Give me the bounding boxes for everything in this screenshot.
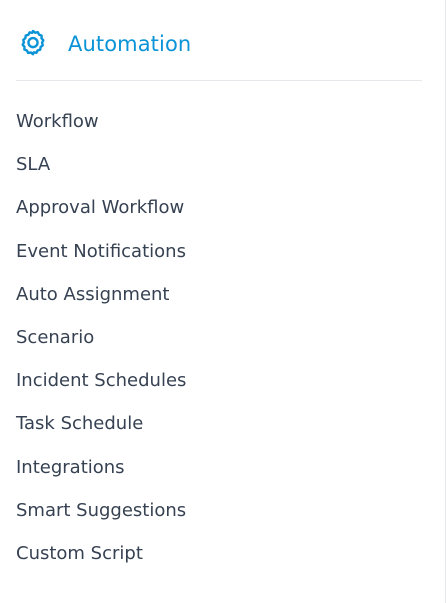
gear-icon bbox=[16, 27, 50, 61]
menu-item-label: SLA bbox=[16, 154, 51, 176]
menu-item-label: Task Schedule bbox=[16, 413, 144, 435]
menu-item-sla[interactable]: SLA bbox=[16, 147, 186, 190]
menu-item-integrations[interactable]: Integrations bbox=[16, 450, 186, 493]
menu-item-incident-schedules[interactable]: Incident Schedules bbox=[16, 363, 186, 406]
menu-item-label: Scenario bbox=[16, 327, 95, 349]
menu-item-auto-assignment[interactable]: Auto Assignment bbox=[16, 277, 186, 320]
header-divider bbox=[16, 80, 422, 81]
panel-title: Automation bbox=[68, 31, 192, 56]
menu-item-label: Smart Suggestions bbox=[16, 499, 187, 521]
menu-item-label: Custom Script bbox=[16, 542, 143, 564]
automation-panel: Automation Workflow SLA Approval Workflo… bbox=[0, 0, 446, 603]
menu-item-label: Incident Schedules bbox=[16, 370, 187, 392]
menu-item-label: Integrations bbox=[16, 456, 125, 478]
menu-item-label: Event Notifications bbox=[16, 240, 186, 262]
menu-item-scenario[interactable]: Scenario bbox=[16, 320, 186, 363]
menu-item-custom-script[interactable]: Custom Script bbox=[16, 536, 186, 579]
menu-item-smart-suggestions[interactable]: Smart Suggestions bbox=[16, 493, 186, 536]
menu-item-label: Auto Assignment bbox=[16, 283, 170, 305]
panel-header: Automation bbox=[16, 26, 191, 62]
menu-item-workflow[interactable]: Workflow bbox=[16, 104, 186, 147]
menu-item-label: Approval Workflow bbox=[16, 197, 185, 219]
menu-item-approval-workflow[interactable]: Approval Workflow bbox=[16, 190, 186, 233]
menu-item-label: Workflow bbox=[16, 111, 99, 133]
menu-item-event-notifications[interactable]: Event Notifications bbox=[16, 234, 186, 277]
menu-item-task-schedule[interactable]: Task Schedule bbox=[16, 406, 186, 449]
automation-menu: Workflow SLA Approval Workflow Event Not… bbox=[16, 104, 186, 579]
